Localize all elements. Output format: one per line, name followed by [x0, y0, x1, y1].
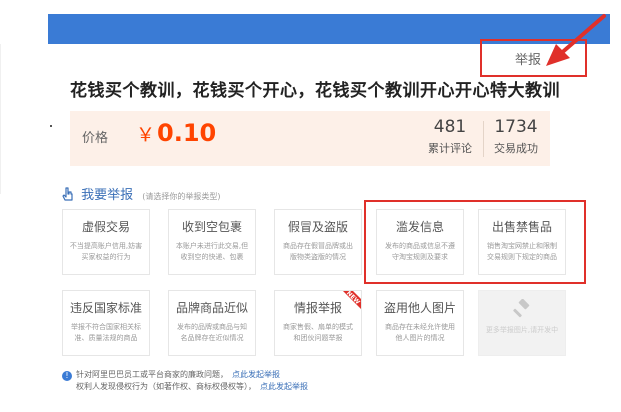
- my-report-hint: (请选择你的举报类型): [142, 192, 221, 201]
- stat-reviews: 481 累计评论: [415, 117, 485, 156]
- report-type-fake-transaction[interactable]: 虚假交易 不当提高账户信用,妨害买家权益的行为: [62, 209, 150, 275]
- report-type-national-standard[interactable]: 违反国家标准 举报不符合国家相关标准、质量法规的商品: [62, 290, 150, 356]
- my-report-label: 我要举报: [81, 188, 134, 203]
- annotation-arrow-icon: [546, 14, 606, 66]
- stat-transactions: 1734 交易成功: [481, 117, 551, 156]
- hand-pointer-icon: [62, 187, 73, 201]
- price-bar: 价格 ￥0.10 481 累计评论 1734 交易成功: [70, 111, 550, 166]
- footer-notice: ! 针对阿里巴巴员工或平台商家的廉政问题， 点此发起举报 权利人发现侵权行为（如著作…: [62, 369, 308, 393]
- product-title: 花钱买个教训，花钱买个开心，花钱买个教训开心开心特大教训: [70, 81, 560, 101]
- report-type-brand-similar[interactable]: 品牌商品近似 发布的品牌或商品与知名品牌存在近似情况: [168, 290, 256, 356]
- tile-title: 收到空包裹: [181, 220, 242, 234]
- report-type-empty-package[interactable]: 收到空包裹 本账户未进行此交易,但收到空的快递、包裹: [168, 209, 256, 275]
- tile-desc: 商家售假、扇单的模式和团伙问题举报: [283, 323, 353, 342]
- tile-desc: 发布的品牌或商品与知名品牌存在近似情况: [177, 323, 247, 342]
- tile-title: 虚假交易: [81, 220, 130, 234]
- report-type-counterfeit[interactable]: 假冒及盗版 商品存在假冒品牌或出版物类盗版的情况: [274, 209, 362, 275]
- footer-report-link-2[interactable]: 点此发起举报: [260, 382, 308, 391]
- stat-transactions-count: 1734: [494, 117, 538, 137]
- tile-desc: 商品存在未经允许使用他人图片的情况: [385, 323, 455, 342]
- annotation-box-tiles: [364, 200, 586, 284]
- report-type-intelligence[interactable]: 情报举报 商家售假、扇单的模式和团伙问题举报 NEW: [274, 290, 362, 356]
- stat-transactions-label: 交易成功: [494, 142, 538, 155]
- tile-title: 违反国家标准: [69, 301, 142, 315]
- tile-desc: 本账户未进行此交易,但收到空的快递、包裹: [175, 242, 249, 261]
- tile-title: 假冒及盗版: [287, 220, 348, 234]
- tile-desc: 更多举报图片,请开发中: [485, 326, 559, 334]
- gavel-icon: [513, 299, 530, 318]
- footer-text-2: 权利人发现侵权行为（如著作权、商标权侵权等），: [76, 382, 256, 391]
- tile-desc: 商品存在假冒品牌或出版物类盗版的情况: [283, 242, 353, 261]
- currency-symbol: ￥: [136, 124, 156, 146]
- footer-line-1: ! 针对阿里巴巴员工或平台商家的廉政问题， 点此发起举报: [62, 369, 308, 381]
- footer-text-1: 针对阿里巴巴员工或平台商家的廉政问题，: [76, 370, 228, 379]
- stray-dot: [50, 125, 52, 127]
- price-label: 价格: [82, 131, 109, 146]
- report-type-more-disabled: 更多举报图片,请开发中: [478, 290, 566, 356]
- footer-report-link-1[interactable]: 点此发起举报: [232, 370, 280, 379]
- price-value: ￥0.10: [136, 119, 216, 147]
- tile-desc: 举报不符合国家相关标准、质量法规的商品: [71, 323, 141, 342]
- left-divider: [0, 44, 1, 194]
- new-badge-icon: NEW: [343, 291, 361, 309]
- my-report-heading: 我要举报 (请选择你的举报类型): [62, 184, 220, 203]
- tile-title: 品牌商品近似: [175, 301, 248, 315]
- report-type-image-theft[interactable]: 盗用他人图片 商品存在未经允许使用他人图片的情况: [376, 290, 464, 356]
- price-amount: 0.10: [157, 119, 217, 147]
- stat-reviews-label: 累计评论: [428, 142, 472, 155]
- info-icon: !: [62, 371, 72, 381]
- tile-desc: 不当提高账户信用,妨害买家权益的行为: [69, 242, 143, 261]
- tile-title: 盗用他人图片: [383, 301, 456, 315]
- stat-reviews-count: 481: [433, 117, 467, 137]
- footer-line-2: 权利人发现侵权行为（如著作权、商标权侵权等）， 点此发起举报: [62, 381, 308, 393]
